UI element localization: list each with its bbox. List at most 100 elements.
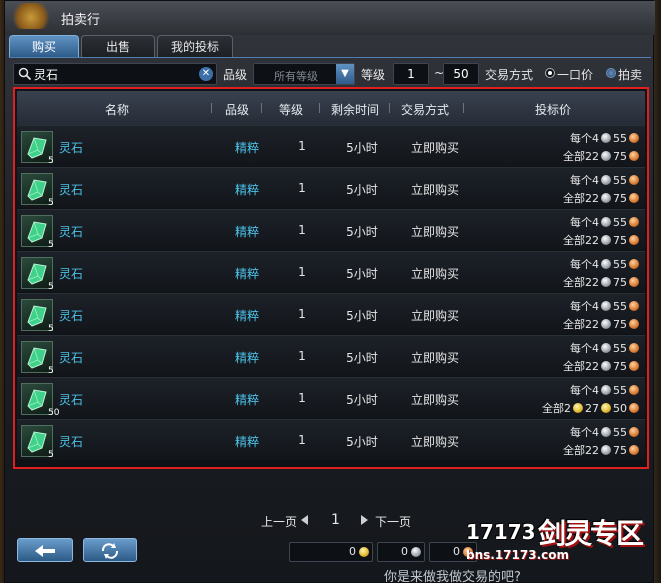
total-price: 全部22 75 [563,232,639,248]
col-separator [211,103,212,113]
gold-coin-icon [573,403,583,413]
item-time-left: 5小时 [346,141,378,155]
auction-label[interactable]: 拍卖 [618,66,642,83]
next-page-link[interactable]: 下一页 [375,513,415,530]
item-quantity: 5 [48,366,54,376]
unit-price-label: 每个4 [570,300,599,313]
table-row[interactable]: 5 灵石 精粹 1 5小时 立即购买 每个4 55 全部22 75 [17,419,645,460]
item-time-left: 5小时 [346,393,378,407]
unit-price: 每个4 55 [570,340,639,356]
results-table: 名称 品级 等级 剩余时间 交易方式 投标价 5 灵石 精粹 1 5小时 立即购… [13,87,649,469]
total-price-label: 全部22 [563,318,599,331]
unit-price-silver: 55 [613,131,627,145]
spirit-stone-icon[interactable]: 5 [21,173,54,208]
spirit-stone-icon[interactable]: 5 [21,425,54,460]
silver-coin-icon [411,547,421,557]
copper-coin-icon [629,427,639,437]
tab-sell[interactable]: 出售 [81,35,155,57]
tab-my-bids[interactable]: 我的投标 [157,35,233,57]
item-level: 1 [298,433,306,447]
unit-price-silver: 55 [613,425,627,439]
item-grade: 精粹 [234,267,259,281]
level-min-input[interactable]: 1 [393,63,429,85]
item-name[interactable]: 灵石 [59,391,83,408]
item-name[interactable]: 灵石 [59,307,83,324]
search-icon [18,67,32,81]
item-grade: 精粹 [234,393,259,407]
buyout-label[interactable]: 一口价 [557,66,593,83]
col-level[interactable]: 等级 [271,101,311,118]
dropdown-arrow-icon[interactable]: ▼ [336,64,354,84]
total-price-copper: 75 [613,359,627,373]
table-row[interactable]: 5 灵石 精粹 1 5小时 立即购买 每个4 55 全部22 75 [17,293,645,334]
clear-search-icon[interactable]: ✕ [199,67,213,81]
silver-coin-icon [601,361,611,371]
silver-coin-icon [601,259,611,269]
silver-coin-icon [601,427,611,437]
window-title: 拍卖行 [61,13,101,28]
prev-arrow-icon[interactable] [301,515,308,525]
silver-coin-icon [601,445,611,455]
col-name[interactable]: 名称 [87,101,147,118]
total-price: 全部22 75 [563,442,639,458]
money-silver-value: 0 [401,545,408,558]
copper-coin-icon [629,133,639,143]
grade-select[interactable]: 所有等级 ▼ [253,63,355,85]
table-row[interactable]: 50 灵石 精粹 1 5小时 立即购买 每个4 55 全部2 27 50 [17,377,645,418]
site-watermark: 17173 剑灵专区 bns.17173.com [466,512,656,562]
spirit-stone-icon[interactable]: 5 [21,257,54,292]
item-level: 1 [298,265,306,279]
silver-coin-icon [601,343,611,353]
item-name[interactable]: 灵石 [59,223,83,240]
item-grade: 精粹 [234,309,259,323]
table-row[interactable]: 5 灵石 精粹 1 5小时 立即购买 每个4 55 全部22 75 [17,167,645,208]
item-level: 1 [298,391,306,405]
level-max-input[interactable]: 50 [443,63,479,85]
table-row[interactable]: 5 灵石 精粹 1 5小时 立即购买 每个4 55 全部22 75 [17,251,645,292]
back-button[interactable] [17,538,73,562]
unit-price-label: 每个4 [570,384,599,397]
col-grade[interactable]: 品级 [217,101,257,118]
tab-divider [9,57,651,58]
item-grade: 精粹 [234,435,259,449]
item-name[interactable]: 灵石 [59,181,83,198]
item-trade-type: 立即购买 [410,393,459,407]
unit-price-silver: 55 [613,215,627,229]
auction-house-icon [11,3,51,29]
total-price-label: 全部22 [563,276,599,289]
table-row[interactable]: 5 灵石 精粹 1 5小时 立即购买 每个4 55 全部22 75 [17,335,645,376]
item-trade-type: 立即购买 [410,225,459,239]
spirit-stone-icon[interactable]: 5 [21,341,54,376]
spirit-stone-icon[interactable]: 50 [21,383,59,418]
prev-page-link[interactable]: 上一页 [261,513,301,530]
unit-price: 每个4 55 [570,172,639,188]
table-row[interactable]: 5 灵石 精粹 1 5小时 立即购买 每个4 55 全部22 75 [17,209,645,250]
radio-buyout[interactable] [545,68,555,78]
table-row[interactable]: 5 灵石 精粹 1 5小时 立即购买 每个4 55 全部22 75 [17,125,645,166]
search-input[interactable] [34,66,194,82]
col-bid-price[interactable]: 投标价 [523,101,583,118]
search-field[interactable]: ✕ [13,63,217,85]
col-time-left[interactable]: 剩余时间 [323,101,387,118]
titlebar: 拍卖行 [5,1,655,35]
total-price-label: 全部22 [563,444,599,457]
col-trade-type[interactable]: 交易方式 [393,101,457,118]
item-name[interactable]: 灵石 [59,139,83,156]
tab-buy[interactable]: 购买 [9,35,79,57]
total-price-copper: 75 [613,275,627,289]
radio-auction[interactable] [606,68,616,78]
item-name[interactable]: 灵石 [59,265,83,282]
next-arrow-icon[interactable] [361,515,368,525]
refresh-button[interactable] [83,538,137,562]
total-price: 全部22 75 [563,316,639,332]
item-name[interactable]: 灵石 [59,433,83,450]
item-name[interactable]: 灵石 [59,349,83,366]
money-gold: 0 [289,542,373,562]
spirit-stone-icon[interactable]: 5 [21,215,54,250]
item-time-left: 5小时 [346,183,378,197]
total-price-label: 全部22 [563,360,599,373]
spirit-stone-icon[interactable]: 5 [21,131,54,166]
silver-coin-icon [601,151,611,161]
refresh-icon [101,543,119,559]
spirit-stone-icon[interactable]: 5 [21,299,54,334]
